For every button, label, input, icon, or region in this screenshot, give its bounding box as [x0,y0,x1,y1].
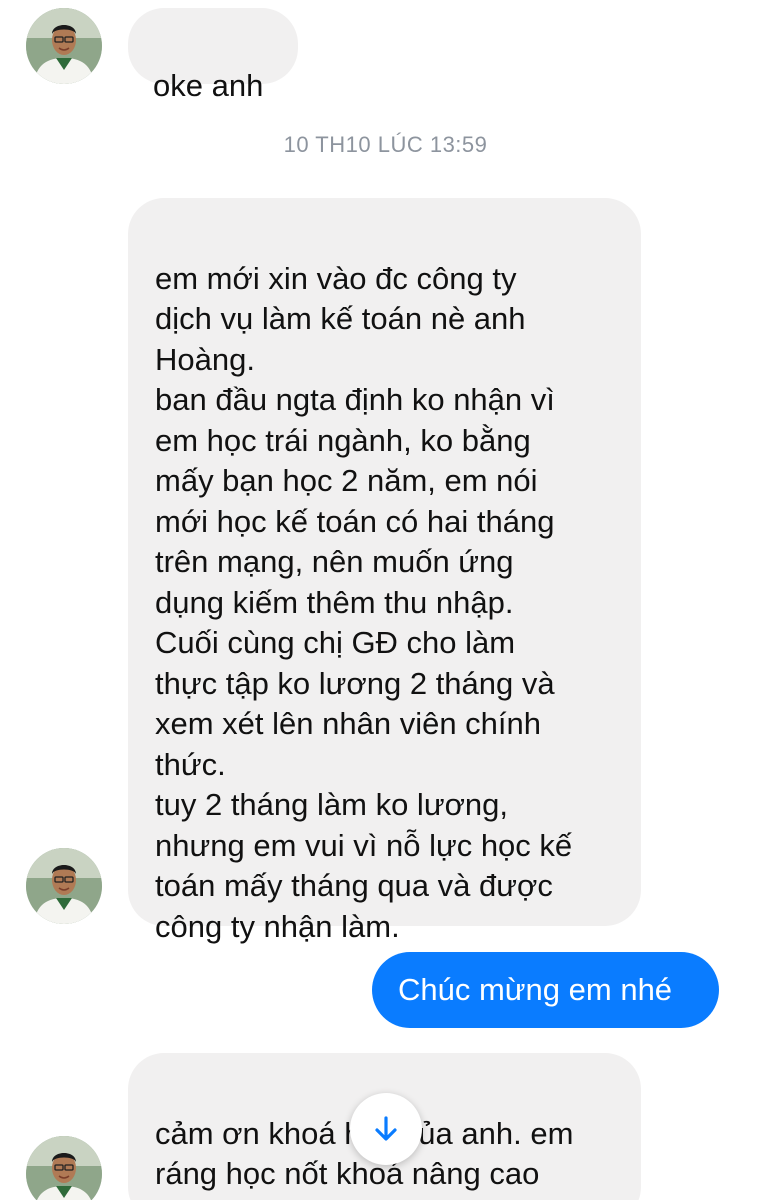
avatar-photo-icon [26,1136,102,1200]
message-bubble-incoming[interactable]: em mới xin vào đc công ty dịch vụ làm kế… [128,198,641,944]
arrow-down-icon [375,1116,397,1141]
avatar-photo-icon [26,8,102,84]
message-bubble-outgoing[interactable]: Chúc mừng em nhé [372,952,719,1028]
message-text: oke anh [153,67,264,103]
contact-avatar[interactable] [26,1136,102,1200]
avatar-photo-icon [26,848,102,924]
contact-avatar[interactable] [26,848,102,924]
message-thread[interactable]: oke anh 10 TH10 LÚC 13:59 em mới xin vào… [0,0,771,1200]
message-text: em mới xin vào đc công ty dịch vụ làm kế… [155,260,573,944]
contact-avatar[interactable] [26,8,102,84]
message-text: Chúc mừng em nhé [398,972,673,1007]
timestamp-separator: 10 TH10 LÚC 13:59 [283,132,488,157]
message-bubble-incoming[interactable]: oke anh [128,8,298,103]
scroll-to-bottom-button[interactable] [350,1093,422,1165]
